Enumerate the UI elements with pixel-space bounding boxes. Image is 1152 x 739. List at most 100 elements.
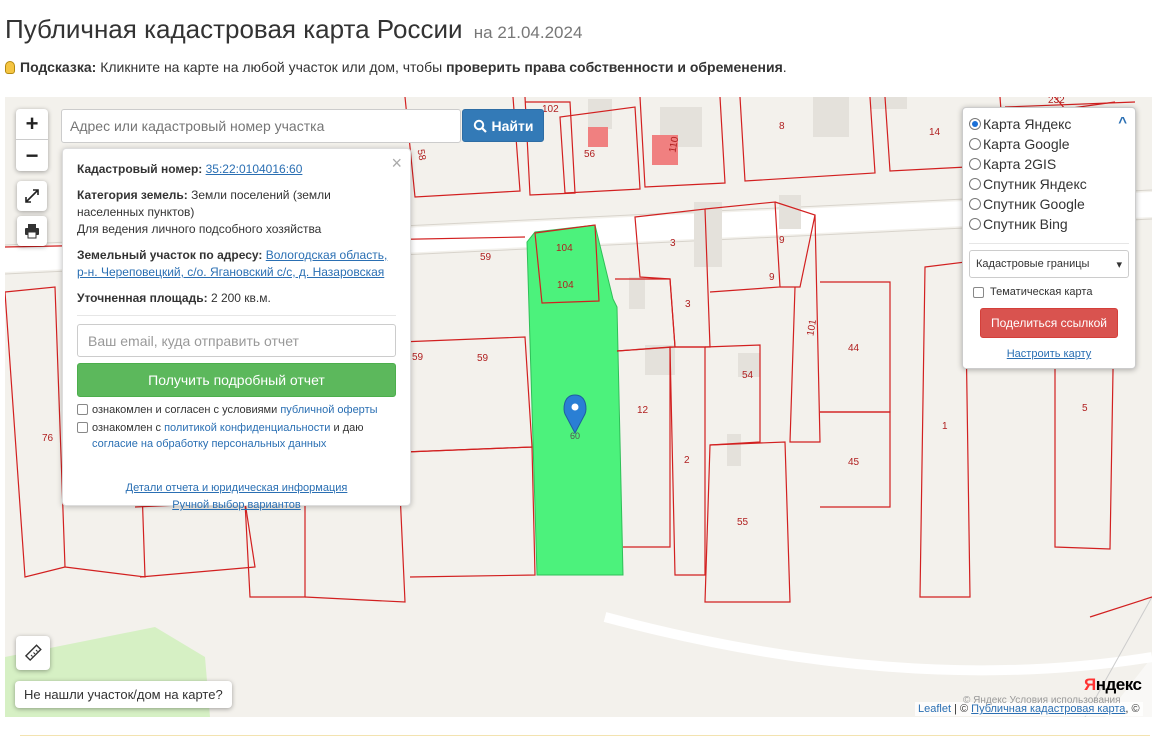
land-category-row: Категория земель: Земли поселений (земли… <box>77 187 396 221</box>
parcel-number: 59 <box>477 353 489 364</box>
not-found-button[interactable]: Не нашли участок/дом на карте? <box>15 681 232 708</box>
parcel-number: 54 <box>742 370 754 381</box>
area-value: 2 200 кв.м. <box>210 291 271 305</box>
chevron-down-icon: ▾ <box>1116 258 1122 271</box>
layer-radio[interactable] <box>969 178 981 190</box>
privacy-consent-checkbox[interactable] <box>77 422 88 433</box>
cadastral-number-label: Кадастровый номер: <box>77 162 203 176</box>
parcel-number: 59 <box>480 252 492 263</box>
parcel-number: 9 <box>779 235 785 246</box>
hint-text: Кликните на карте на любой участок или д… <box>100 59 443 75</box>
parcel-number: 5 <box>1082 403 1088 414</box>
configure-map-link[interactable]: Настроить карту <box>1007 348 1092 360</box>
layer-option[interactable]: Спутник Google <box>969 194 1129 214</box>
parcel-number: 2 <box>684 455 690 466</box>
zoom-out-button[interactable]: − <box>16 140 48 171</box>
manual-selection-link[interactable]: Ручной выбор вариантов <box>172 499 300 511</box>
cadastral-number-row: Кадастровый номер: 35:22:0104016:60 <box>77 161 396 178</box>
privacy-consent-mid: и даю <box>333 422 364 434</box>
parcel-number: 3 <box>670 238 676 249</box>
parcel-number: 104 <box>556 243 573 254</box>
hint-bar: Подсказка: Кликните на карте на любой уч… <box>5 59 787 75</box>
layer-option[interactable]: Карта Яндекс <box>969 114 1129 134</box>
expand-arrows-icon <box>25 189 39 203</box>
personal-data-consent-link[interactable]: согласие на обработку персональных данны… <box>92 438 326 450</box>
area-row: Уточненная площадь: 2 200 кв.м. <box>77 290 396 307</box>
offer-consent-text: ознакомлен и согласен с условиями <box>92 404 278 416</box>
report-details-link[interactable]: Детали отчета и юридическая информация <box>126 482 348 494</box>
parcel-number: 3 <box>685 299 691 310</box>
printer-icon <box>25 224 39 239</box>
print-button[interactable] <box>17 216 47 246</box>
layer-option[interactable]: Карта Google <box>969 134 1129 154</box>
get-report-button[interactable]: Получить подробный отчет <box>77 363 396 397</box>
configure-map-row: Настроить карту <box>969 348 1129 360</box>
overlay-select[interactable]: Кадастровые границы ▾ <box>969 250 1129 278</box>
layer-option-label: Карта 2GIS <box>983 156 1057 172</box>
page-title-text: Публичная кадастровая карта России <box>5 14 463 44</box>
land-category-label: Категория земель: <box>77 188 188 202</box>
page-title: Публичная кадастровая карта России на 21… <box>5 14 582 45</box>
layer-radio[interactable] <box>969 218 981 230</box>
public-offer-link[interactable]: публичной оферты <box>280 404 377 416</box>
layer-radio[interactable] <box>969 198 981 210</box>
overlay-select-value: Кадастровые границы <box>976 258 1090 270</box>
ruler-button[interactable] <box>16 636 50 670</box>
search-button[interactable]: Найти <box>462 109 544 142</box>
lightbulb-icon <box>5 61 15 74</box>
parcel-number: 12 <box>637 405 649 416</box>
offer-consent-checkbox[interactable] <box>77 404 88 415</box>
email-input[interactable]: Ваш email, куда отправить отчет <box>77 324 396 357</box>
hint-bold-text: проверить права собственности и обремене… <box>446 59 783 75</box>
search-button-label: Найти <box>491 117 534 134</box>
thematic-map-label: Тематическая карта <box>990 286 1093 298</box>
thematic-map-row[interactable]: Тематическая карта <box>969 286 1129 298</box>
layer-radio[interactable] <box>969 118 981 130</box>
layer-option[interactable]: Спутник Bing <box>969 214 1129 234</box>
zoom-control[interactable]: + − <box>16 109 48 171</box>
layer-switcher-panel: ^ Карта Яндекс Карта Google Карта 2GIS С… <box>962 107 1136 369</box>
layer-option[interactable]: Карта 2GIS <box>969 154 1129 174</box>
search-icon <box>473 119 487 133</box>
yandex-logo: Яндекс <box>1084 675 1142 695</box>
details-links: Детали отчета и юридическая информация Р… <box>77 480 396 514</box>
layer-options-list: Карта Яндекс Карта Google Карта 2GIS Спу… <box>969 114 1129 234</box>
ruler-icon <box>24 644 42 662</box>
yandex-logo-first: Я <box>1084 675 1096 694</box>
close-icon[interactable]: × <box>391 153 402 174</box>
privacy-policy-link[interactable]: политикой конфиденциальности <box>164 422 330 434</box>
leaflet-link[interactable]: Leaflet <box>918 703 951 715</box>
thematic-map-checkbox[interactable] <box>973 286 984 298</box>
share-link-button[interactable]: Поделиться ссылкой <box>980 308 1118 338</box>
divider <box>969 243 1129 244</box>
privacy-consent-text: ознакомлен с <box>92 422 162 434</box>
zoom-in-button[interactable]: + <box>16 109 48 140</box>
page-date: на 21.04.2024 <box>473 23 583 42</box>
chevron-up-icon[interactable]: ^ <box>1118 114 1127 131</box>
map-attribution: © Яндекс Условия использования Leaflet |… <box>915 695 1143 716</box>
hint-label: Подсказка: <box>20 59 97 75</box>
layer-option-label: Спутник Яндекс <box>983 176 1087 192</box>
parcel-number: 232 <box>1048 97 1065 106</box>
cadastral-map[interactable]: 102 56 110 8 14 232 58 104 104 3 9 9 3 5… <box>5 97 1152 717</box>
layer-radio[interactable] <box>969 138 981 150</box>
parcel-number: 8 <box>779 121 785 132</box>
marker-label: 60 <box>570 431 581 441</box>
footer-divider <box>20 735 1150 736</box>
layer-option[interactable]: Спутник Яндекс <box>969 174 1129 194</box>
parcel-number: 76 <box>42 433 54 444</box>
layer-radio[interactable] <box>969 158 981 170</box>
attribution-end: , © <box>1125 703 1140 715</box>
parcel-number: 1 <box>942 421 948 432</box>
parcel-number: 104 <box>557 280 574 291</box>
privacy-consent-row: ознакомлен с политикой конфиденциальност… <box>77 420 396 452</box>
search-input[interactable] <box>61 109 461 143</box>
cadastral-number-link[interactable]: 35:22:0104016:60 <box>206 162 303 176</box>
fullscreen-button[interactable] <box>17 181 47 211</box>
offer-consent-row: ознакомлен и согласен с условиями публич… <box>77 402 396 418</box>
parcel-number: 56 <box>584 149 596 160</box>
divider <box>77 315 396 316</box>
parcel-number: 9 <box>769 272 775 283</box>
address-row: Земельный участок по адресу: Вологодская… <box>77 247 396 281</box>
yandex-terms-text: © Яндекс Условия использования <box>963 695 1121 706</box>
